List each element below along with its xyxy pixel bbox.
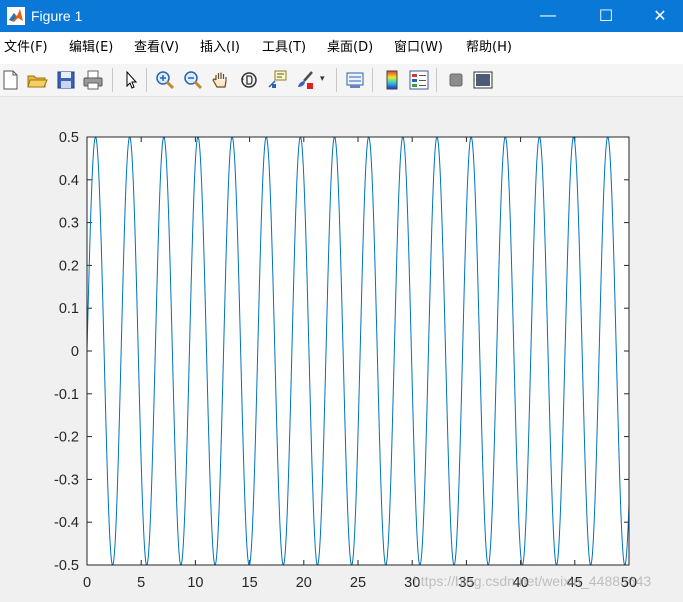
menu-edit[interactable]: 编辑(E): [69, 40, 113, 56]
pointer-icon[interactable]: [120, 69, 142, 91]
y-tick-label: 0: [71, 344, 79, 360]
minimize-button[interactable]: —: [525, 0, 571, 32]
menu-window[interactable]: 窗口(W): [394, 40, 443, 56]
zoom-out-icon[interactable]: [182, 69, 204, 91]
data-cursor-icon[interactable]: [266, 69, 288, 91]
x-tick-label: 25: [350, 575, 366, 591]
y-tick-label: 0.4: [59, 173, 79, 189]
save-icon[interactable]: [55, 69, 77, 91]
brush-dropdown-icon[interactable]: ▾: [320, 73, 330, 83]
y-tick-label: -0.2: [54, 430, 79, 446]
y-tick-label: -0.3: [54, 472, 79, 488]
x-tick-label: 0: [83, 575, 91, 591]
legend-icon[interactable]: [408, 69, 430, 91]
maximize-button[interactable]: ☐: [583, 0, 629, 32]
toolbar-separator: [112, 68, 113, 92]
colorbar-icon[interactable]: [381, 69, 403, 91]
new-figure-icon[interactable]: [0, 69, 22, 91]
pan-hand-icon[interactable]: [210, 69, 232, 91]
y-tick-label: -0.4: [54, 515, 79, 531]
menu-view[interactable]: 查看(V): [134, 40, 179, 56]
open-file-icon[interactable]: [26, 69, 48, 91]
y-tick-label: 0.1: [59, 301, 79, 317]
toolbar-separator: [436, 68, 437, 92]
plot-area[interactable]: 0 5 10 15 20 25 30 35 40 45 500.50.40.30.20.10-0.1…: [0, 96, 683, 602]
menu-help[interactable]: 帮助(H): [466, 40, 512, 56]
y-tick-label: 0.3: [59, 216, 79, 232]
x-tick-label: 20: [296, 575, 312, 591]
link-plot-icon[interactable]: [344, 69, 366, 91]
toolbar-separator: [146, 68, 147, 92]
menu-tools[interactable]: 工具(T): [262, 40, 306, 56]
menu-bar: 文件(F) 编辑(E) 查看(V) 插入(I) 工具(T) 桌面(D) 窗口(W…: [0, 32, 683, 64]
matlab-logo-icon: [7, 7, 25, 25]
zoom-in-icon[interactable]: [154, 69, 176, 91]
x-tick-label: 10: [187, 575, 203, 591]
toolbar-separator: [336, 68, 337, 92]
x-tick-label: 5: [137, 575, 145, 591]
menu-insert[interactable]: 插入(I): [200, 40, 240, 56]
toolbar-separator: [372, 68, 373, 92]
menu-file[interactable]: 文件(F): [4, 40, 48, 56]
show-plot-tools-icon[interactable]: [472, 69, 494, 91]
rotate-3d-icon[interactable]: [238, 69, 260, 91]
close-button[interactable]: ✕: [637, 0, 683, 32]
y-tick-label: 0.2: [59, 258, 79, 274]
brush-icon[interactable]: [294, 69, 316, 91]
watermark-text: https://blog.csdn.net/weixin_44883643: [413, 573, 652, 589]
title-bar: Figure 1 — ☐ ✕: [0, 0, 683, 32]
y-tick-label: 0.5: [59, 130, 79, 146]
window-title: Figure 1: [31, 8, 83, 24]
y-tick-label: -0.5: [54, 558, 79, 574]
hide-plot-tools-icon[interactable]: [445, 69, 467, 91]
print-icon[interactable]: [82, 69, 104, 91]
menu-desktop[interactable]: 桌面(D): [327, 40, 373, 56]
x-tick-label: 15: [242, 575, 258, 591]
figure-toolbar: ▾: [0, 64, 683, 97]
y-tick-label: -0.1: [54, 387, 79, 403]
